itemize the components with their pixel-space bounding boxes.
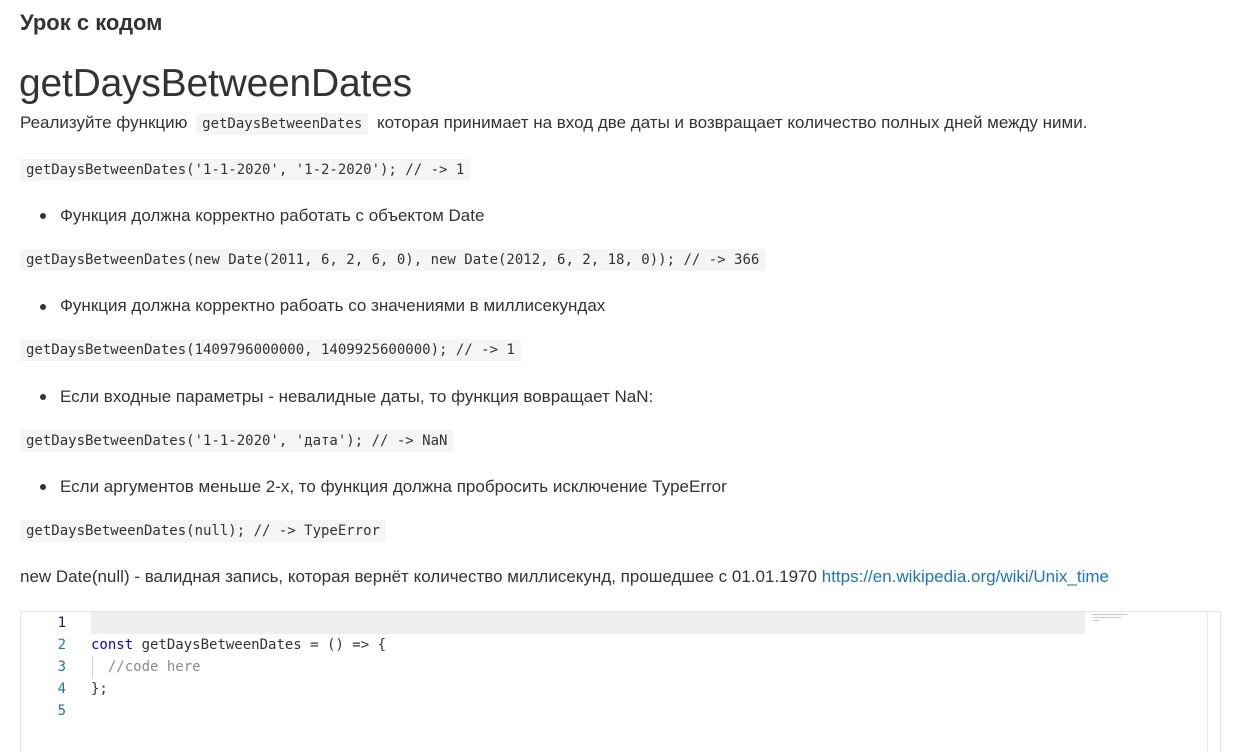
note-text: new Date(null) - валидная запись, котора…	[20, 567, 817, 586]
bullet-dot-3	[40, 394, 46, 400]
code-line-2[interactable]: const getDaysBetweenDates = () => {	[91, 637, 386, 653]
editor-scrollbar[interactable]	[1207, 612, 1220, 752]
bullet-item-1: Функция должна корректно работать с объе…	[60, 206, 485, 225]
bullet-dot-1	[40, 213, 46, 219]
line-number: 4	[57, 681, 66, 697]
example-code-5: getDaysBetweenDates(null); // -> TypeErr…	[20, 520, 387, 542]
unix-time-note: new Date(null) - валидная запись, котора…	[20, 567, 1109, 587]
example-code-1: getDaysBetweenDates('1-1-2020', '1-2-202…	[20, 159, 471, 181]
const-keyword: const	[91, 637, 134, 653]
example-code-4: getDaysBetweenDates('1-1-2020', 'дата');…	[20, 430, 454, 452]
task-intro: Реализуйте функцию getDaysBetweenDates к…	[20, 113, 1088, 135]
bullet-item-4: Если аргументов меньше 2-х, то функция д…	[60, 477, 727, 496]
code-line-4[interactable]: };	[91, 681, 108, 697]
current-line-highlight	[91, 612, 1085, 634]
bullet-item-2: Функция должна корректно рабоать со знач…	[60, 296, 606, 315]
code-line-3[interactable]: //code here	[91, 659, 201, 675]
example-code-2: getDaysBetweenDates(new Date(2011, 6, 2,…	[20, 249, 766, 271]
line-number: 2	[57, 637, 66, 653]
code-editor[interactable]: 1 2 3 4 5 const getDaysBetweenDates = ()…	[20, 611, 1221, 752]
example-code-3: getDaysBetweenDates(1409796000000, 14099…	[20, 339, 521, 361]
line-number: 1	[57, 615, 66, 631]
lesson-label: Урок с кодом	[20, 10, 163, 35]
intro-inline-code: getDaysBetweenDates	[196, 113, 369, 135]
bullet-dot-2	[40, 304, 46, 310]
minimap[interactable]	[1093, 614, 1133, 624]
bullet-dot-4	[40, 484, 46, 490]
intro-text-before: Реализуйте функцию	[20, 113, 188, 132]
line-number: 3	[57, 659, 66, 675]
task-title: getDaysBetweenDates	[19, 62, 412, 105]
unix-time-link[interactable]: https://en.wikipedia.org/wiki/Unix_time	[822, 567, 1109, 586]
intro-text-after: которая принимает на вход две даты и воз…	[377, 113, 1088, 132]
function-declaration: getDaysBetweenDates = () => {	[133, 637, 387, 653]
bullet-item-3: Если входные параметры - невалидные даты…	[60, 387, 654, 406]
line-numbers-gutter: 1 2 3 4 5	[21, 612, 81, 752]
line-number: 5	[57, 703, 66, 719]
